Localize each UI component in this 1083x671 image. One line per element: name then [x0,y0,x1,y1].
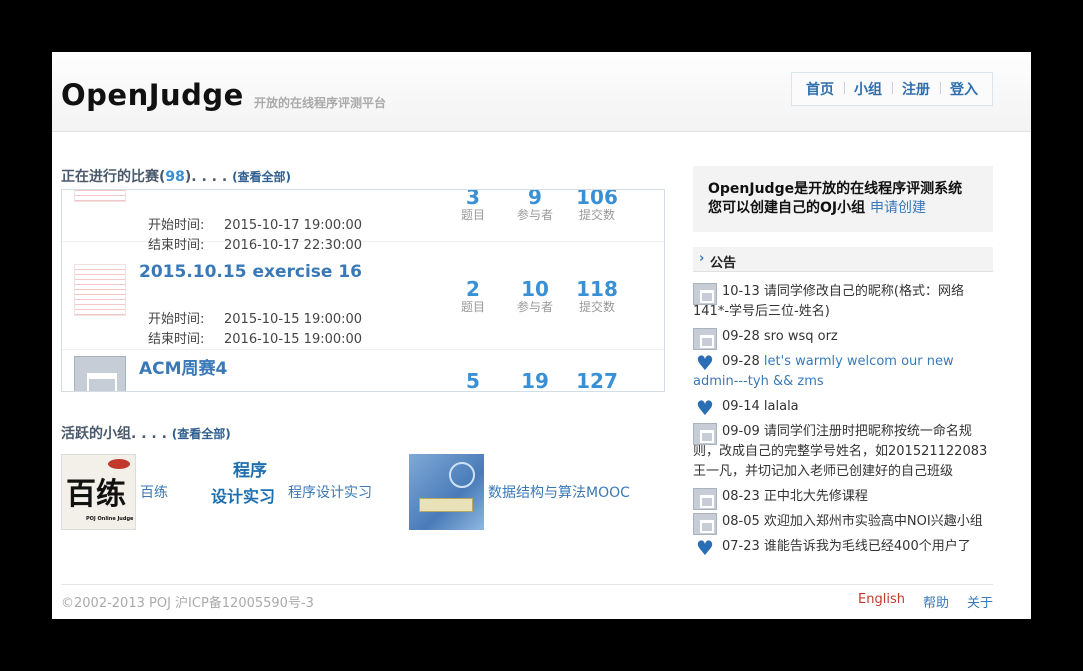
announcement-item[interactable]: 10-13 请同学修改自己的昵称(格式：网络141*-学号后三位-姓名) [693,282,995,322]
group-icon [693,513,717,535]
header: OpenJudge 开放的在线程序评测平台 首页 小组 注册 登入 [52,52,1031,132]
group-icon [693,488,717,510]
group-name[interactable]: 数据结构与算法MOOC [488,482,630,502]
contests-count[interactable]: 98 [165,169,184,185]
footer-link-about[interactable]: 关于 [967,592,993,611]
contest-problems: 3 题目 [460,189,485,222]
programming-logo[interactable]: 程序 设计实习 [209,454,284,530]
group-icon [693,423,717,445]
contest-start: 开始时间: 2015-10-15 19:00:00 [148,312,363,327]
announcements-heading: › 公告 [693,247,993,272]
top-nav: 首页 小组 注册 登入 [791,72,993,106]
contest-participants: 9 参与者 [516,189,553,222]
nav-home[interactable]: 首页 [796,79,844,99]
contest-list: 开始时间: 2015-10-17 19:00:00 结束时间: 2016-10-17… [61,189,665,392]
announcement-item[interactable]: ♥ 09-28 let's warmly welcom our new admin… [693,352,995,392]
group-icon [693,283,717,305]
contest-participants: 10 参与者 [516,277,553,314]
contest-end: 结束时间: 2016-10-15 19:00:00 [148,332,363,347]
contest-thumbnail[interactable] [74,264,126,316]
groups-view-all[interactable]: (查看全部) [172,427,231,441]
contest-item: ACM周赛4 5 19 127 [62,350,664,392]
contest-item: 2015.10.15 exercise 16 开始时间: 2015-10-15 1… [62,258,664,350]
intro-box: OpenJudge是开放的在线程序评测系统 您可以创建自己的OJ小组 申请创建 [693,166,993,232]
announcement-list: 10-13 请同学修改自己的昵称(格式：网络141*-学号后三位-姓名) 09-… [693,282,995,562]
announcement-item[interactable]: 08-05 欢迎加入郑州市实验高中NOI兴趣小组 [693,512,995,535]
ds-mooc-logo[interactable] [409,454,484,530]
chevron-right-icon: › [699,251,705,266]
contest-end: 结束时间: 2016-10-17 22:30:00 [148,238,363,253]
group-item-ds-mooc[interactable]: 数据结构与算法MOOC [409,454,630,530]
apply-create-link[interactable]: 申请创建 [870,200,926,216]
group-item-programming[interactable]: 程序 设计实习 程序设计实习 [209,454,372,530]
nav-register[interactable]: 注册 [892,79,940,99]
site-slogan: 开放的在线程序评测平台 [254,96,387,110]
contest-submissions: 127 [576,369,618,392]
contest-start: 开始时间: 2015-10-17 19:00:00 [148,218,363,233]
groups-heading: 活跃的小组. . . . (查看全部) [61,426,231,442]
footer: ©2002-2013 POJ 沪ICP备12005590号-3 English … [61,584,993,611]
intro-line-2: 您可以创建自己的OJ小组 [708,200,866,216]
footer-links: English 帮助 关于 [858,592,993,611]
footer-link-english[interactable]: English [858,592,905,611]
announcement-item[interactable]: ♥ 07-23 谁能告诉我为毛线已经400个用户了 [693,536,995,560]
announcement-item[interactable]: ♥ 09-14 lalala [693,396,995,420]
announcement-item[interactable]: 09-28 sro wsq orz [693,327,995,350]
heart-icon: ♥ [696,396,714,420]
site-logo[interactable]: OpenJudge [61,78,244,112]
footer-link-help[interactable]: 帮助 [923,592,949,611]
contests-heading: 正在进行的比赛(98). . . . (查看全部) [61,169,292,185]
group-item-bailian[interactable]: 百练 POJ Online Judge 百练 [61,454,168,530]
contest-problems: 5 [466,369,480,392]
group-name[interactable]: 百练 [140,482,168,502]
contest-participants: 19 [521,369,549,392]
heart-icon: ♥ [696,351,714,375]
contest-thumbnail[interactable] [74,356,126,391]
bailian-logo[interactable]: 百练 POJ Online Judge [61,454,136,530]
nav-groups[interactable]: 小组 [844,79,892,99]
contest-title[interactable]: 2015.10.15 exercise 16 [139,262,362,282]
intro-line-1: OpenJudge是开放的在线程序评测系统 [708,181,963,197]
contest-item: 开始时间: 2015-10-17 19:00:00 结束时间: 2016-10-17… [62,189,664,253]
contest-title[interactable]: ACM周赛4 [139,354,227,379]
heart-icon: ♥ [696,536,714,560]
group-name[interactable]: 程序设计实习 [288,482,372,502]
contest-submissions: 106 提交数 [576,189,618,222]
nav-login[interactable]: 登入 [940,79,988,99]
announcement-item[interactable]: 09-09 请同学们注册时把昵称按统一命名规则，改成自己的完整学号姓名，如201… [693,422,995,482]
page: OpenJudge 开放的在线程序评测平台 首页 小组 注册 登入 正在进行的比… [52,52,1031,619]
contest-submissions: 118 提交数 [576,277,618,314]
group-list: 百练 POJ Online Judge 百练 程序 设计实习 程序设计实习 数据… [61,454,665,532]
contest-problems: 2 题目 [460,277,485,314]
copyright: ©2002-2013 POJ 沪ICP备12005590号-3 [61,596,314,611]
group-icon [693,328,717,350]
contest-thumbnail[interactable] [74,190,126,202]
contests-view-all[interactable]: (查看全部) [232,170,291,184]
announcement-item[interactable]: 08-23 正中北大先修课程 [693,487,995,510]
